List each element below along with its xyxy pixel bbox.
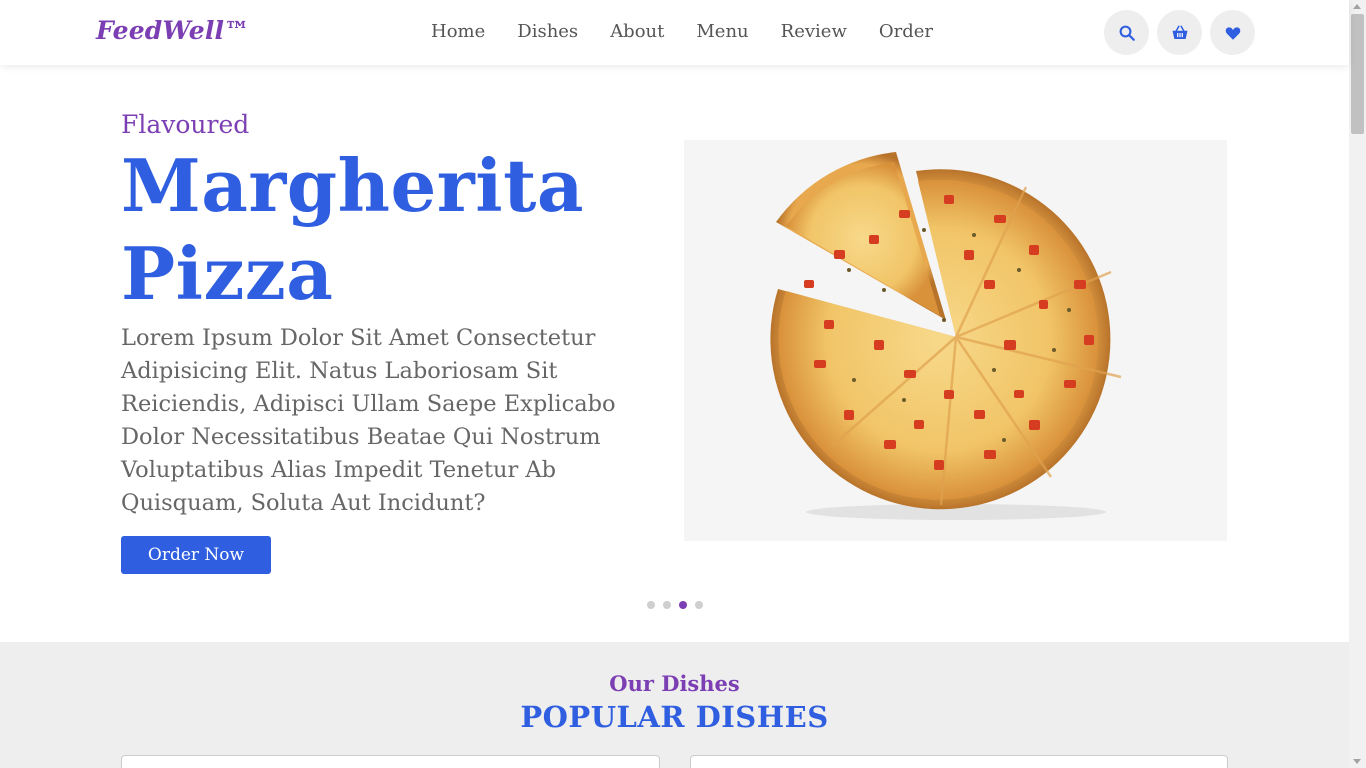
header-icons	[1104, 10, 1263, 55]
slider-pagination	[647, 601, 711, 609]
search-icon	[1119, 25, 1135, 41]
page-scrollbar[interactable]	[1349, 0, 1366, 768]
nav-link-about[interactable]: About	[610, 20, 664, 44]
basket-icon	[1172, 25, 1187, 39]
scrollbar-thumb[interactable]	[1351, 14, 1364, 134]
nav-link-home[interactable]: Home	[431, 20, 485, 44]
order-now-button[interactable]: Order Now	[121, 536, 271, 574]
dishes-subtitle: Our Dishes	[609, 671, 740, 696]
heart-icon	[1225, 26, 1240, 40]
search-button[interactable]	[1104, 10, 1149, 55]
pizza-illustration	[770, 152, 1122, 520]
hero-title: Margherita Pizza	[121, 143, 584, 316]
nav-link-menu[interactable]: Menu	[696, 20, 748, 44]
slide-dot-3[interactable]	[679, 601, 687, 609]
pizza-image	[684, 140, 1227, 541]
hero-description: Lorem Ipsum Dolor Sit Amet Consectetur A…	[121, 325, 616, 516]
hero-subtitle: Flavoured	[121, 110, 250, 139]
nav-link-dishes[interactable]: Dishes	[517, 20, 578, 44]
wishlist-button[interactable]	[1210, 10, 1255, 55]
dish-card[interactable]	[121, 755, 660, 768]
dishes-section: Our Dishes POPULAR DISHES	[0, 642, 1349, 768]
cart-button[interactable]	[1157, 10, 1202, 55]
scroll-up-arrow-icon[interactable]	[1353, 4, 1361, 9]
dish-card[interactable]	[690, 755, 1228, 768]
dishes-title: POPULAR DISHES	[520, 700, 829, 734]
main-nav: Home Dishes About Menu Review Order	[431, 20, 965, 44]
slide-dot-2[interactable]	[663, 601, 671, 609]
slide-dot-1[interactable]	[647, 601, 655, 609]
slide-dot-4[interactable]	[695, 601, 703, 609]
scroll-down-arrow-icon[interactable]	[1353, 759, 1361, 764]
brand-logo[interactable]: FeedWell™	[96, 16, 249, 45]
site-header: FeedWell™ Home Dishes About Menu Review …	[0, 0, 1349, 65]
nav-link-order[interactable]: Order	[879, 20, 933, 44]
nav-link-review[interactable]: Review	[781, 20, 847, 44]
